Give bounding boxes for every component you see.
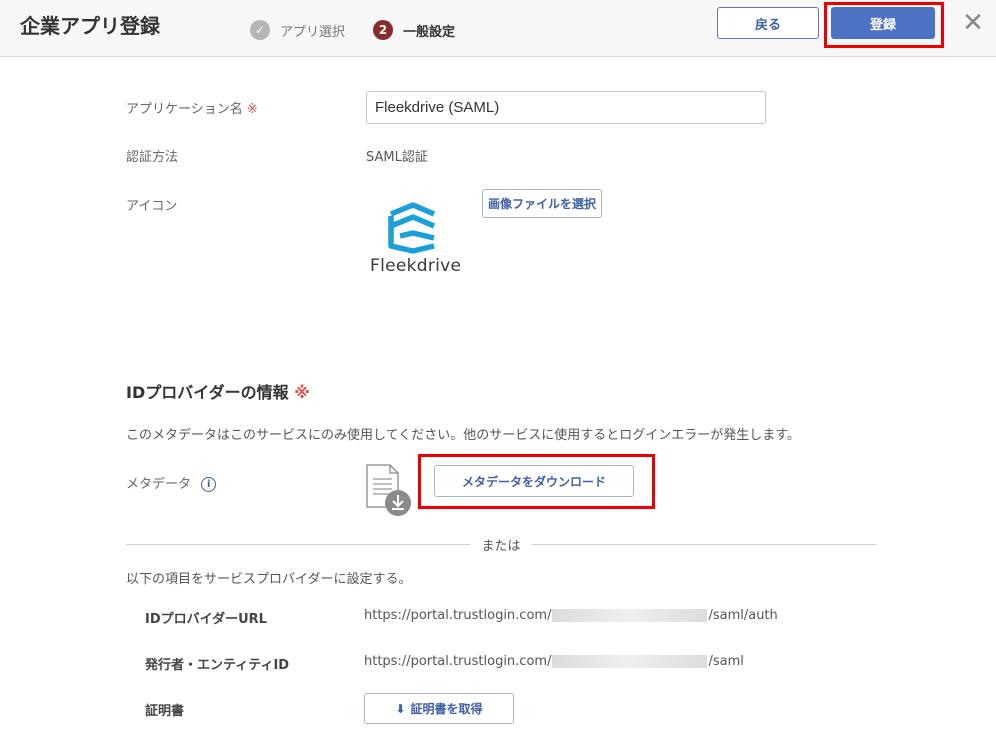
app-name-label-text: アプリケーション名 xyxy=(126,102,243,117)
idp-url-value: https://portal.trustlogin.com/ /saml/auth xyxy=(364,608,778,623)
get-certificate-label: 証明書を取得 xyxy=(410,702,483,716)
certificate-label: 証明書 xyxy=(145,704,185,719)
url-prefix: https://portal.trustlogin.com/ xyxy=(364,608,552,623)
info-icon[interactable]: i xyxy=(201,477,217,492)
app-name-label: アプリケーション名 ※ xyxy=(126,98,258,117)
issuer-value: https://portal.trustlogin.com/ /saml xyxy=(364,654,744,669)
download-metadata-button[interactable]: メタデータをダウンロード xyxy=(434,465,634,497)
redacted-block xyxy=(552,609,708,622)
url-prefix: https://portal.trustlogin.com/ xyxy=(364,654,552,669)
step-label: アプリ選択 xyxy=(280,24,346,40)
required-mark: ※ xyxy=(246,102,258,117)
idp-title-text: IDプロバイダーの情報 xyxy=(126,383,289,402)
register-button[interactable]: 登録 xyxy=(831,7,935,39)
redacted-block xyxy=(552,655,708,668)
close-icon[interactable]: ✕ xyxy=(960,10,986,36)
step-label: 一般設定 xyxy=(403,24,456,40)
idp-description: このメタデータはこのサービスにのみ使用してください。他のサービスに使用するとログ… xyxy=(126,428,800,443)
select-image-button[interactable]: 画像ファイルを選択 xyxy=(482,189,602,218)
auth-method-label: 認証方法 xyxy=(126,150,179,165)
metadata-label: メタデータ i xyxy=(126,473,217,492)
header-bar: 企業アプリ登録 ✓ アプリ選択 2 一般設定 戻る 登録 ✕ xyxy=(0,0,996,57)
icon-label: アイコン xyxy=(126,199,178,214)
idp-url-label: IDプロバイダーURL xyxy=(145,612,267,627)
app-name-input[interactable] xyxy=(366,91,766,124)
download-icon: ⬇ xyxy=(395,701,406,716)
divider xyxy=(532,544,876,545)
metadata-label-text: メタデータ xyxy=(126,477,192,492)
get-certificate-button[interactable]: ⬇ 証明書を取得 xyxy=(364,693,514,724)
back-button[interactable]: 戻る xyxy=(717,7,819,39)
url-suffix: /saml xyxy=(708,654,744,669)
issuer-label: 発行者・エンティティID xyxy=(145,658,290,673)
document-download-icon xyxy=(366,464,411,516)
step-app-select: ✓ アプリ選択 xyxy=(250,20,345,40)
url-suffix: /saml/auth xyxy=(708,608,778,623)
step-number-badge: 2 xyxy=(373,20,393,40)
logo-text: Fleekdrive xyxy=(370,256,462,276)
instruction-text: 以下の項目をサービスプロバイダーに設定する。 xyxy=(126,572,412,587)
or-separator: または xyxy=(481,539,521,554)
auth-method-value: SAML認証 xyxy=(366,150,428,165)
idp-section-title: IDプロバイダーの情報 ※ xyxy=(126,379,310,403)
step-general-settings: 2 一般設定 xyxy=(373,20,455,40)
required-mark: ※ xyxy=(294,383,310,402)
check-icon: ✓ xyxy=(250,20,270,40)
page-title: 企業アプリ登録 xyxy=(20,14,160,38)
divider xyxy=(126,544,470,545)
